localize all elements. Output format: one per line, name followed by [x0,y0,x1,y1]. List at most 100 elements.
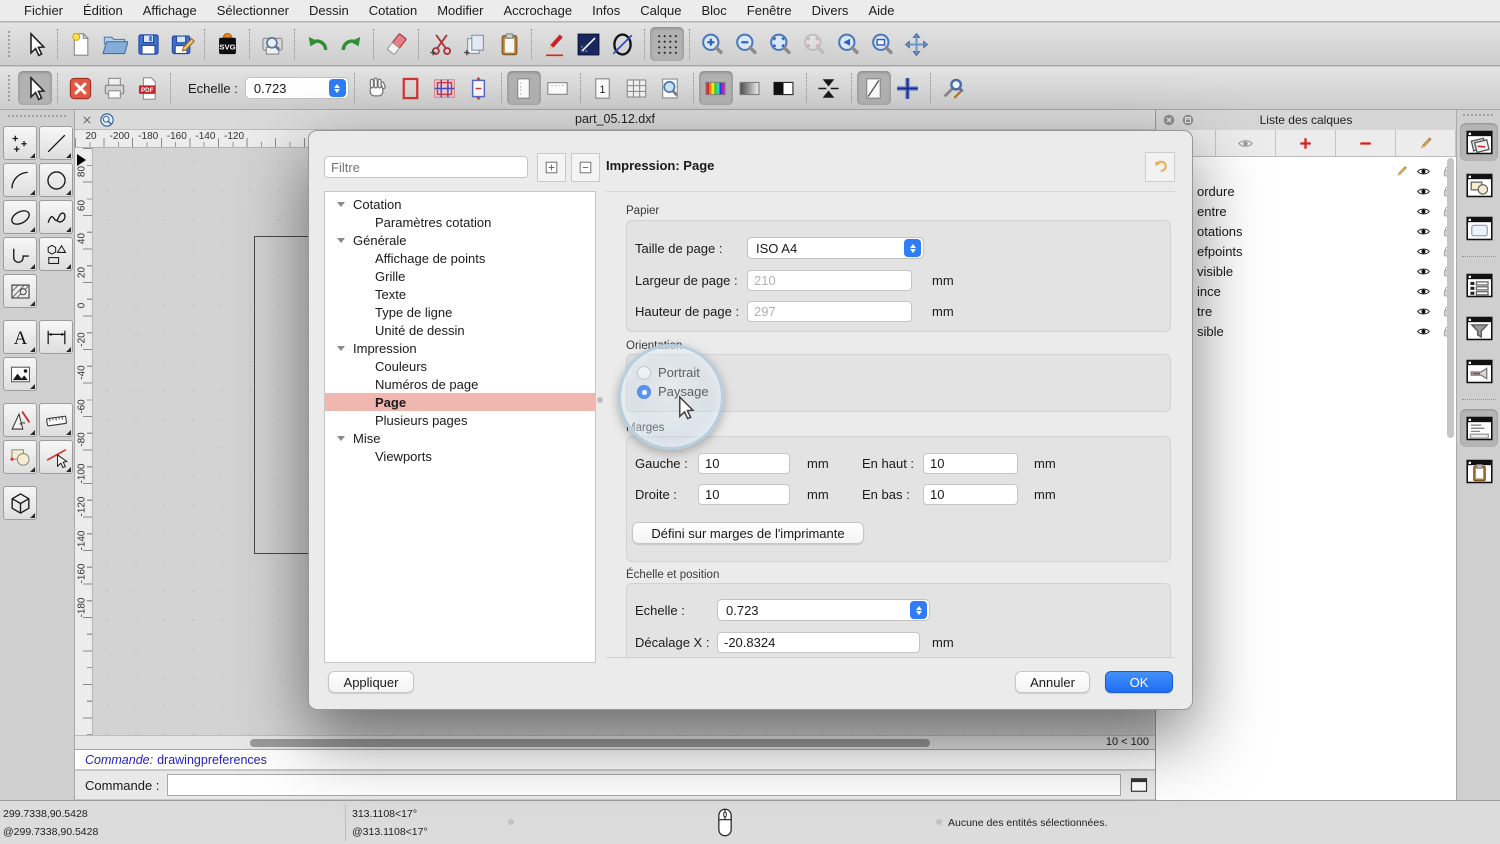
zoom-page-button[interactable] [654,71,688,105]
splitter-handle[interactable] [597,397,603,403]
menu-bloc[interactable]: Bloc [691,3,736,18]
filter-input[interactable] [324,156,528,178]
droite-input[interactable]: 10 [698,484,790,505]
solid-3d-tool-button[interactable] [3,486,37,520]
command-window-icon[interactable] [1129,775,1149,795]
tree-item-grille[interactable]: Grille [325,267,595,285]
menu-aide[interactable]: Aide [858,3,904,18]
menu-cotation[interactable]: Cotation [359,3,427,18]
block-tool-button[interactable] [3,440,37,474]
layer-visible-eye-icon[interactable] [1416,224,1431,239]
paste-button[interactable] [492,27,526,61]
menu-accrochage[interactable]: Accrochage [493,3,582,18]
flip-vertical-button[interactable] [812,71,846,105]
panel-close-icon[interactable] [1162,113,1176,127]
text-tool-button[interactable]: A [3,320,37,354]
menu-affichage[interactable]: Affichage [133,3,207,18]
tiled-pages-button[interactable] [428,71,462,105]
views-panel-button[interactable] [1460,209,1498,247]
toolbar-scale-select[interactable]: 0.723 [245,77,349,99]
line-tool-button[interactable] [571,27,605,61]
page-borders-button[interactable] [394,71,428,105]
toolbar-drag-handle[interactable] [8,31,10,57]
rectangle-entity[interactable] [254,236,314,554]
tree-item-impression[interactable]: Impression [325,339,595,357]
spline-tool-button[interactable] [39,200,73,234]
modify-tool-button[interactable] [3,403,37,437]
chevron-down-icon[interactable] [337,238,345,243]
chevron-down-icon[interactable] [337,346,345,351]
new-file-button[interactable] [63,27,97,61]
menu-fenetre[interactable]: Fenêtre [737,3,802,18]
bw-mode-button[interactable] [767,71,801,105]
tree-item-parametres-cotation[interactable]: Paramètres cotation [325,213,595,231]
tree-item-unite-de-dessin[interactable]: Unité de dessin [325,321,595,339]
zoom-previous-button[interactable] [831,27,865,61]
zoom-in-button[interactable] [695,27,729,61]
undo-button[interactable] [300,27,334,61]
palette-drag-handle[interactable] [8,115,66,117]
tree-item-cotation[interactable]: Cotation [325,195,595,213]
largeur-de-page-input[interactable]: 210 [747,270,912,291]
layer-row[interactable] [1156,162,1451,182]
save-file-button[interactable] [131,27,165,61]
shapes-tool-button[interactable] [39,237,73,271]
svg-export-button[interactable]: SVG [210,27,244,61]
fit-page-button[interactable] [462,71,496,105]
tree-item-viewports[interactable]: Viewports [325,447,595,465]
tree-item-mise[interactable]: Mise [325,429,595,447]
layers-panel-button[interactable] [1460,123,1498,161]
cancel-button[interactable]: Annuler [1015,671,1090,693]
tree-item-texte[interactable]: Texte [325,285,595,303]
menu-divers[interactable]: Divers [802,3,859,18]
tree-item-plusieurs-pages[interactable]: Plusieurs pages [325,411,595,429]
page-diagonal-button[interactable] [857,71,891,105]
image-tool-button[interactable] [3,357,37,391]
menu-selectionner[interactable]: Sélectionner [207,3,299,18]
menu-modifier[interactable]: Modifier [427,3,493,18]
menu-dessin[interactable]: Dessin [299,3,359,18]
layer-row[interactable]: ordure [1156,182,1451,202]
chevron-down-icon[interactable] [337,202,345,207]
points-tool-button[interactable] [3,126,37,160]
single-page-button[interactable]: 1 [586,71,620,105]
properties-panel-button[interactable] [1460,266,1498,304]
blocks-panel-button[interactable] [1460,166,1498,204]
panel-float-icon[interactable] [1181,113,1195,127]
gauche-input[interactable]: 10 [698,453,790,474]
toolbar-drag-handle[interactable] [8,75,10,101]
line-segment-tool-button[interactable] [39,126,73,160]
cut-button[interactable] [424,27,458,61]
print-button[interactable] [97,71,131,105]
color-mode-button[interactable] [699,71,733,105]
hauteur-de-page-input[interactable]: 297 [747,301,912,322]
measure-tool-button[interactable] [39,403,73,437]
tree-item-numeros-de-page[interactable]: Numéros de page [325,375,595,393]
tree-item-type-de-ligne[interactable]: Type de ligne [325,303,595,321]
polyline-tool-button[interactable] [3,237,37,271]
crosshair-button[interactable] [891,71,925,105]
circle-tool-button[interactable] [39,163,73,197]
grayscale-mode-button[interactable] [733,71,767,105]
layer-visible-eye-icon[interactable] [1416,184,1431,199]
tree-item-page[interactable]: Page [325,393,595,411]
layer-visible-eye-icon[interactable] [1416,284,1431,299]
layer-visible-eye-icon[interactable] [1416,304,1431,319]
decalage-x-input[interactable]: -20.8324 [717,632,920,653]
layer-visible-eye-icon[interactable] [1416,244,1431,259]
command-panel-button[interactable] [1460,409,1498,447]
menu-edition[interactable]: Édition [73,3,133,18]
en-bas-input[interactable]: 10 [923,484,1018,505]
zoom-auto-button[interactable] [763,27,797,61]
copy-button[interactable] [458,27,492,61]
add-layer-button[interactable] [1276,130,1336,156]
ellipse-tool-button[interactable] [605,27,639,61]
zoom-window-button[interactable] [865,27,899,61]
command-input[interactable] [167,774,1121,796]
save-file-as-button[interactable] [165,27,199,61]
select-entity-tool-button[interactable] [39,440,73,474]
filter-panel-button[interactable] [1460,309,1498,347]
reset-button[interactable] [1145,152,1175,182]
layer-row[interactable]: sible [1156,322,1451,342]
tree-item-generale[interactable]: Générale [325,231,595,249]
